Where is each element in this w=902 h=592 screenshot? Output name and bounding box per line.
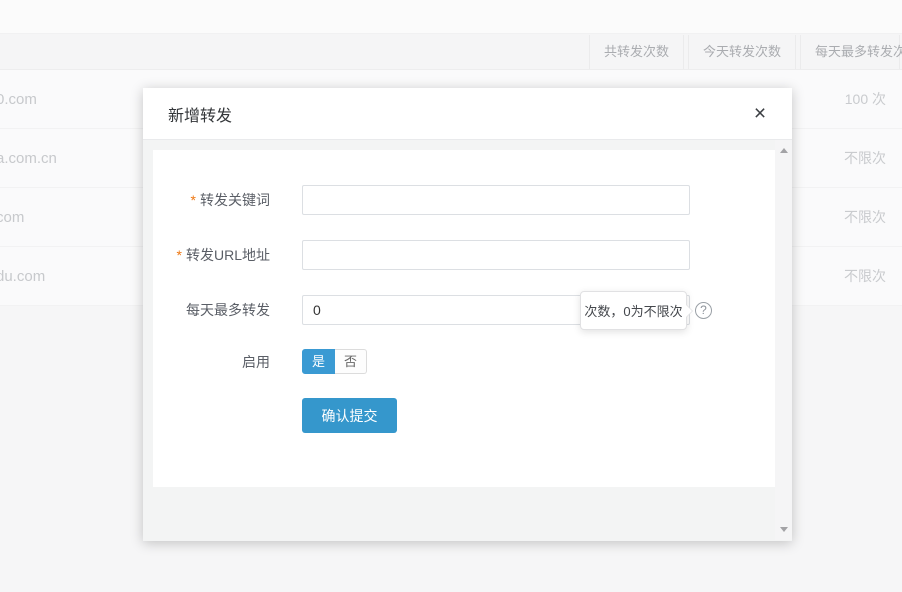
limit-cell: 不限次 (844, 266, 902, 286)
help-question-icon[interactable]: ? (695, 302, 712, 319)
triangle-up-icon (780, 148, 788, 153)
max-daily-label-text: 每天最多转发 (186, 302, 270, 318)
column-header-total-forwards[interactable]: 共转发次数 (589, 35, 684, 69)
tooltip-arrow-icon (686, 305, 692, 317)
max-daily-label: 每天最多转发 (153, 300, 270, 320)
scroll-down-icon[interactable] (775, 521, 792, 538)
close-icon[interactable]: × (748, 102, 772, 126)
max-daily-tooltip: 次数，0为不限次 (580, 291, 687, 330)
enable-no-button[interactable]: 否 (335, 349, 367, 374)
background-toolbar (0, 0, 902, 34)
domain-cell: com (0, 209, 24, 226)
modal-body: *转发关键词 *转发URL地址 每天最多转发 启用 是 否 确认提交 (143, 140, 792, 540)
domain-cell: a.com.cn (0, 150, 57, 167)
add-forward-modal: 新增转发 × *转发关键词 *转发URL地址 每天最多转发 启用 是 否 (143, 88, 792, 541)
url-label: *转发URL地址 (153, 245, 270, 265)
form-panel: *转发关键词 *转发URL地址 每天最多转发 启用 是 否 确认提交 (153, 150, 775, 487)
required-asterisk: * (191, 192, 196, 208)
url-label-text: 转发URL地址 (186, 247, 270, 263)
enable-toggle: 是 否 (302, 349, 367, 374)
keyword-label: *转发关键词 (153, 190, 270, 210)
modal-header: 新增转发 × (143, 88, 792, 140)
modal-title: 新增转发 (168, 102, 232, 126)
scroll-up-icon[interactable] (775, 142, 792, 159)
form-row-submit: 确认提交 (153, 398, 775, 433)
enable-label: 启用 (153, 352, 270, 372)
limit-cell: 不限次 (844, 148, 902, 168)
keyword-label-text: 转发关键词 (200, 192, 270, 208)
form-row-url: *转发URL地址 (153, 240, 775, 270)
limit-cell: 100 次 (845, 89, 902, 109)
form-row-enable: 启用 是 否 (153, 349, 775, 374)
required-asterisk: * (177, 247, 182, 263)
submit-button[interactable]: 确认提交 (302, 398, 397, 433)
column-header-max-daily-forwards[interactable]: 每天最多转发次数 (800, 35, 900, 69)
enable-yes-button[interactable]: 是 (302, 349, 335, 374)
domain-cell: du.com (0, 268, 45, 285)
modal-scrollbar[interactable] (775, 140, 792, 540)
domain-cell: 0.com (0, 91, 37, 108)
limit-cell: 不限次 (844, 207, 902, 227)
form-row-keyword: *转发关键词 (153, 185, 775, 215)
tooltip-text: 次数，0为不限次 (584, 301, 682, 320)
keyword-input[interactable] (302, 185, 690, 215)
url-input[interactable] (302, 240, 690, 270)
table-header-row: 共转发次数 今天转发次数 每天最多转发次数 (0, 34, 902, 70)
column-header-today-forwards[interactable]: 今天转发次数 (688, 35, 796, 69)
triangle-down-icon (780, 527, 788, 532)
